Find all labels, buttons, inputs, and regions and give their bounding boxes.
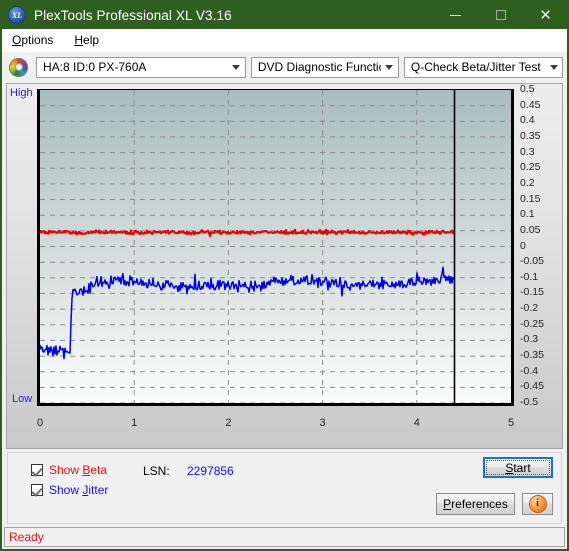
lsn-value: 2297856 (187, 464, 234, 478)
y-tick-label: -0.25 (520, 317, 544, 330)
close-button[interactable]: ✕ (523, 1, 568, 29)
status-bar: Ready (4, 527, 565, 547)
menu-item-options[interactable]: Options (10, 31, 62, 49)
y-tick-label: -0.05 (520, 255, 544, 268)
y-tick-label: -0.35 (520, 349, 544, 362)
info-icon: i (529, 496, 546, 512)
chart-frame: High Low 0.5 0.45 0.4 0.35 0.3 0.25 0.2 0.15 0.1… (6, 83, 563, 449)
y-tick-label: -0.45 (520, 380, 544, 393)
y-tick-label: 0.35 (520, 129, 541, 142)
minimize-button[interactable] (433, 1, 478, 29)
y-tick-label: 0 (520, 239, 526, 252)
title-bar: XL PlexTools Professional XL V3.16 ✕ (1, 1, 568, 29)
toolbar: HA:8 ID:0 PX-760A DVD Diagnostic Functio… (2, 52, 567, 82)
x-tick-label: 5 (507, 417, 515, 429)
chart-panel: High Low 0.5 0.45 0.4 0.35 0.3 0.25 0.2 0.15 0.1… (2, 82, 567, 449)
show-beta-row[interactable]: Show Beta (31, 463, 107, 477)
window-controls: ✕ (433, 1, 568, 29)
series-jitter-trace (40, 266, 455, 360)
chevron-down-icon (228, 58, 245, 77)
x-tick-label: 2 (225, 417, 232, 429)
y-tick-label: 0.1 (520, 208, 535, 221)
plot-svg (40, 90, 511, 403)
menu-item-options-label: ptions (21, 33, 54, 47)
menu-item-help-label: elp (83, 33, 100, 47)
y-tick-label: 0.5 (520, 83, 535, 95)
client-area: Options Help HA:8 ID:0 PX-760A DVD Diagn… (2, 29, 567, 549)
menu-item-help[interactable]: Help (72, 31, 108, 49)
test-select[interactable]: Q-Check Beta/Jitter Test (403, 56, 563, 78)
y-tick-label: 0.25 (520, 161, 541, 174)
function-select-value: DVD Diagnostic Functions (257, 60, 381, 74)
start-button[interactable]: Start (483, 457, 553, 478)
y-tick-label: 0.3 (520, 145, 535, 158)
y-tick-label: 0.45 (520, 98, 541, 111)
focus-outline (486, 460, 550, 475)
axis-label-high: High (10, 87, 33, 99)
show-jitter-checkbox[interactable] (31, 484, 43, 496)
application-window: XL PlexTools Professional XL V3.16 ✕ Opt… (0, 0, 569, 551)
preferences-button-label: Preferences (443, 497, 508, 511)
y-tick-label: -0.15 (520, 286, 544, 299)
drive-select-value: HA:8 ID:0 PX-760A (43, 60, 147, 74)
menu-bar: Options Help (2, 29, 567, 52)
plot-area (37, 89, 514, 406)
y-tick-label: 0.05 (520, 223, 541, 236)
control-panel: Show Beta Show Jitter LSN: 2297856 Start… (2, 449, 567, 527)
axis-label-low: Low (12, 393, 33, 405)
y-tick-label: -0.5 (520, 396, 539, 408)
chevron-down-icon (545, 58, 562, 77)
status-text: Ready (9, 530, 44, 544)
show-beta-checkbox[interactable] (31, 464, 43, 476)
drive-select[interactable]: HA:8 ID:0 PX-760A (36, 56, 246, 78)
preferences-button[interactable]: Preferences (436, 493, 515, 515)
y-tick-label: -0.1 (520, 270, 539, 283)
y-tick-label: -0.2 (520, 302, 539, 315)
dvd-disc-icon (9, 57, 28, 77)
info-button[interactable]: i (522, 493, 553, 515)
y-tick-label: -0.3 (520, 333, 539, 346)
function-select[interactable]: DVD Diagnostic Functions (250, 56, 399, 78)
x-tick-label: 1 (131, 417, 138, 429)
test-select-value: Q-Check Beta/Jitter Test (410, 60, 541, 74)
y-tick-label: -0.4 (520, 364, 539, 377)
show-jitter-label: Show Jitter (49, 483, 109, 497)
x-tick-label: 3 (319, 417, 326, 429)
show-beta-label: Show Beta (49, 463, 108, 477)
window-title: PlexTools Professional XL V3.16 (34, 7, 232, 23)
x-tick-label: 0 (36, 417, 44, 429)
maximize-button[interactable] (478, 1, 523, 29)
y-tick-label: 0.2 (520, 176, 535, 189)
x-tick-label: 4 (413, 417, 420, 429)
y-tick-label: 0.15 (520, 192, 541, 205)
lsn-label: LSN: (143, 464, 170, 478)
chevron-down-icon (381, 58, 398, 77)
show-jitter-row[interactable]: Show Jitter (31, 483, 108, 497)
app-logo-icon: XL (8, 6, 26, 24)
y-tick-label: 0.4 (520, 114, 535, 127)
